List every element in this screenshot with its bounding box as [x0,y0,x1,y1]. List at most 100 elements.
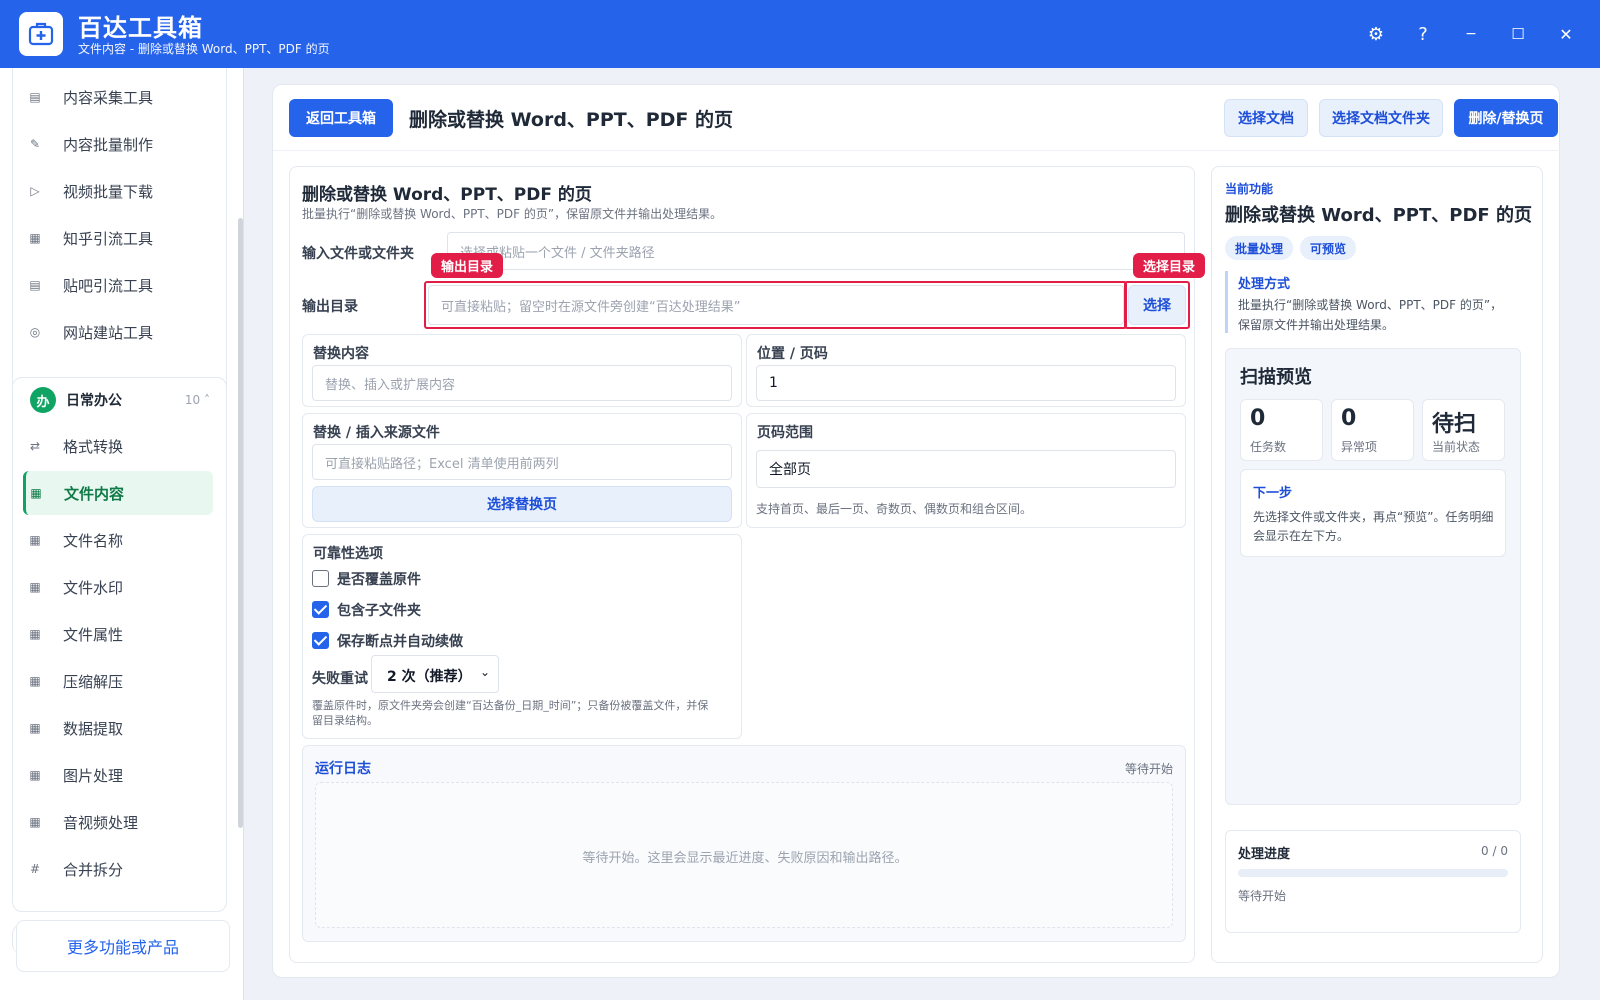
maximize-button[interactable]: ☐ [1504,20,1532,48]
progress-status: 等待开始 [1238,889,1287,903]
sidebar-item-label: 数据提取 [63,719,124,738]
sidebar-item-zhihu[interactable]: ▦ 知乎引流工具 [25,216,215,260]
replace-content-card: 替换内容 替换、插入或扩展内容 [302,334,742,407]
sidebar-item-content-batch[interactable]: ✎ 内容批量制作 [25,122,215,166]
stat-value: 待扫 [1432,412,1477,437]
sidebar-item-compress[interactable]: ▦ 压缩解压 [25,659,215,703]
tag-batch: 批量处理 [1225,236,1293,260]
next-step-line1: 先选择文件或文件夹，再点“预览”。任务明细 [1253,510,1494,524]
sidebar-item-content-collect[interactable]: ▤ 内容采集工具 [25,75,215,119]
subfolders-label: 包含子文件夹 [337,603,421,619]
method-title: 处理方式 [1238,277,1291,292]
more-products-button[interactable]: 更多功能或产品 [16,920,230,972]
sidebar-item-data-extract[interactable]: ▦ 数据提取 [25,706,215,750]
progress-bar [1238,869,1508,877]
sidebar-item-format-convert[interactable]: ⇄ 格式转换 [25,424,215,468]
next-step-text: 先选择文件或文件夹，再点“预览”。任务明细 会显示在左下方。 [1253,508,1493,546]
sidebar-item-image[interactable]: ▦ 图片处理 [25,753,215,797]
sidebar-item-label: 文件名称 [63,531,124,550]
stat-status: 待扫 当前状态 [1422,399,1505,461]
stat-value: 0 [1250,406,1266,431]
group-count: 10 ˄ [184,393,210,407]
source-file-title: 替换 / 插入来源文件 [313,425,440,441]
subfolders-checkbox[interactable] [312,601,329,618]
reliability-card: 可靠性选项 是否覆盖原件 包含子文件夹 保存断点并自动续做 失败重试 2 次（推… [302,534,742,739]
stat-tasks: 0 任务数 [1240,399,1323,461]
sidebar-item-video-download[interactable]: ▷ 视频批量下载 [25,169,215,213]
position-input[interactable]: 1 [756,365,1176,401]
sidebar-item-label: 文件内容 [64,484,125,503]
replace-content-title: 替换内容 [313,346,369,362]
sidebar-item-label: 文件属性 [63,625,124,644]
close-button[interactable]: ✕ [1552,20,1580,48]
stat-label: 任务数 [1250,440,1287,454]
sidebar-group-office[interactable]: 办 日常办公 10 ˄ [30,386,220,414]
output-dir-highlight [424,281,1127,329]
retry-label: 失败重试 [312,671,368,687]
position-card: 位置 / 页码 1 [746,334,1186,407]
scan-preview-title: 扫描预览 [1240,367,1312,388]
source-file-input[interactable]: 可直接粘贴路径；Excel 清单使用前两列 [312,444,732,480]
grid-icon: ▦ [30,486,42,500]
select-document-button[interactable]: 选择文档 [1224,99,1308,137]
grid-icon: ▦ [29,674,41,688]
progress-count: 0 / 0 [1481,844,1508,858]
sidebar-item-website[interactable]: ◎ 网站建站工具 [25,310,215,354]
form-title: 删除或替换 Word、PPT、PDF 的页 [302,185,592,205]
sidebar-item-merge-split[interactable]: # 合并拆分 [25,847,215,891]
minimize-button[interactable]: − [1457,20,1485,48]
sidebar-item-label: 内容批量制作 [63,135,154,154]
sidebar-item-watermark[interactable]: ▦ 文件水印 [25,565,215,609]
log-status: 等待开始 [1124,762,1173,776]
grid-icon: ▦ [29,721,41,735]
back-button[interactable]: 返回工具箱 [289,99,393,137]
sidebar-item-file-content[interactable]: ▦ 文件内容 [23,471,213,515]
method-description: 批量执行“删除或替换 Word、PPT、PDF 的页”， 保留原文件并输出处理结… [1238,295,1502,335]
sidebar-item-file-name[interactable]: ▦ 文件名称 [25,518,215,562]
office-group-icon: 办 [30,387,56,413]
sidebar-item-tieba[interactable]: ▤ 贴吧引流工具 [25,263,215,307]
app-logo-icon [19,12,63,56]
grid-icon: ▦ [29,627,41,641]
sidebar-item-av[interactable]: ▦ 音视频处理 [25,800,215,844]
app-subtitle: 文件内容 - 删除或替换 Word、PPT、PDF 的页 [78,42,330,56]
position-title: 位置 / 页码 [757,346,828,362]
sidebar-item-label: 贴吧引流工具 [63,276,154,295]
select-replace-pages-button[interactable]: 选择替换页 [312,486,732,522]
sidebar-item-label: 图片处理 [63,766,124,785]
group-label: 日常办公 [66,393,122,409]
swap-icon: ⇄ [29,439,41,453]
sidebar-item-label: 音视频处理 [63,813,139,832]
delete-replace-button[interactable]: 删除/替换页 [1454,99,1558,137]
stat-errors: 0 异常项 [1331,399,1414,461]
reliability-title: 可靠性选项 [313,546,383,562]
chevron-down-icon: ⌄ [480,665,491,679]
form-card: 删除或替换 Word、PPT、PDF 的页 批量执行“删除或替换 Word、PP… [289,166,1205,963]
replace-content-input[interactable]: 替换、插入或扩展内容 [312,365,732,401]
toolbar: 返回工具箱 删除或替换 Word、PPT、PDF 的页 选择文档 选择文档文件夹… [273,85,1561,151]
method-line1: 批量执行“删除或替换 Word、PPT、PDF 的页”， [1238,298,1503,312]
sidebar-item-label: 压缩解压 [63,672,124,691]
resume-label: 保存断点并自动续做 [337,634,463,650]
sidebar-item-file-props[interactable]: ▦ 文件属性 [25,612,215,656]
log-area[interactable]: 等待开始。这里会显示最近进度、失败原因和输出路径。 [315,782,1173,928]
overwrite-checkbox[interactable] [312,570,329,587]
method-line2: 保留原文件并输出处理结果。 [1238,318,1395,332]
retry-select[interactable]: 2 次（推荐） ⌄ [371,655,499,693]
input-path-field[interactable]: 选择或粘贴一个文件 / 文件夹路径 [447,232,1185,270]
main-panel: 返回工具箱 删除或替换 Word、PPT、PDF 的页 选择文档 选择文档文件夹… [272,84,1561,978]
method-accent [1225,271,1228,333]
sidebar-item-label: 知乎引流工具 [63,229,154,248]
page-range-input[interactable]: 全部页 [756,450,1176,488]
stat-label: 异常项 [1341,440,1378,454]
select-folder-button[interactable]: 选择文档文件夹 [1319,99,1443,137]
help-icon[interactable]: ? [1409,20,1437,48]
overwrite-note-line1: 覆盖原件时，原文件夹旁会创建“百达备份_日期_时间”；只备份被覆盖文件，并保 [312,699,709,712]
output-label: 输出目录 [302,299,358,315]
sidebar-scrollbar[interactable] [238,218,243,828]
settings-icon[interactable]: ⚙ [1362,20,1390,48]
tag-preview: 可预览 [1300,236,1356,260]
app-title: 百达工具箱 [78,14,203,42]
resume-checkbox[interactable] [312,632,329,649]
globe-icon: ◎ [29,325,41,339]
